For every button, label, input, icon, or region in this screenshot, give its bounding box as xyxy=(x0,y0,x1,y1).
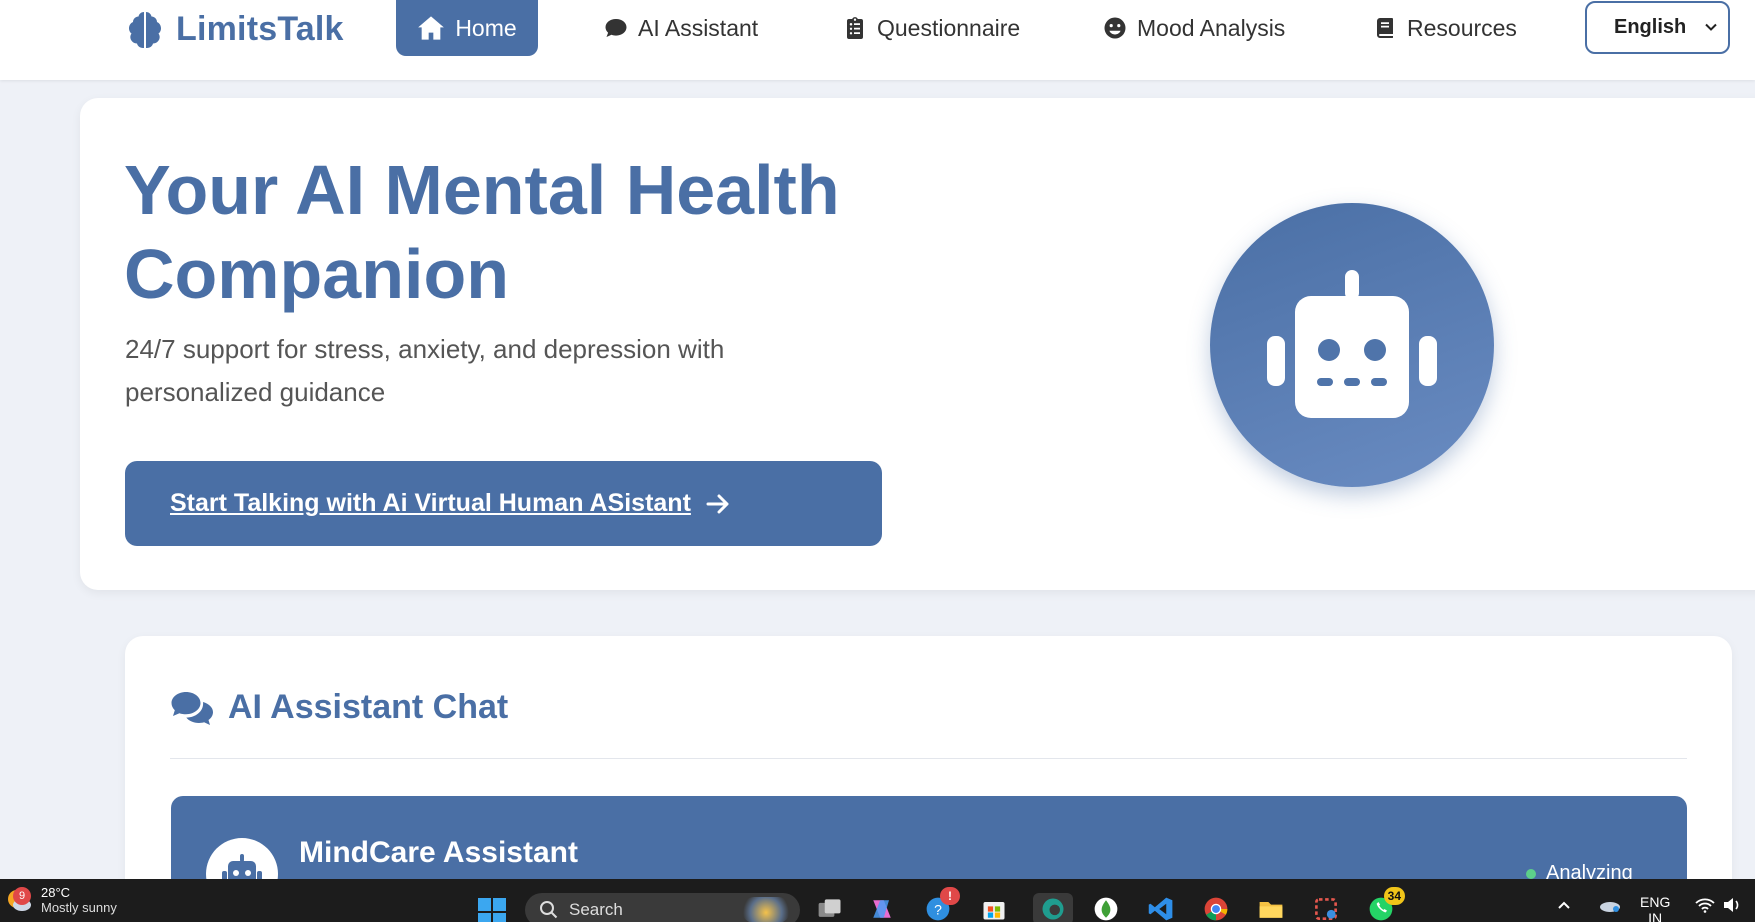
copilot-icon[interactable] xyxy=(866,893,898,922)
divider xyxy=(170,758,1687,759)
bot-name: MindCare Assistant xyxy=(299,836,578,869)
start-talking-button[interactable]: Start Talking with Ai Virtual Human ASis… xyxy=(125,461,882,546)
file-explorer-icon[interactable] xyxy=(1255,893,1287,922)
search-icon xyxy=(540,901,558,919)
nav-mood-analysis-label: Mood Analysis xyxy=(1137,14,1286,41)
status-dot xyxy=(1526,868,1536,879)
hero-title: Your AI Mental Health Companion xyxy=(124,151,840,313)
weather-widget[interactable]: 9 28°C Mostly sunny xyxy=(5,885,117,915)
robot-icon xyxy=(1267,270,1437,418)
clipboard-icon xyxy=(847,17,863,39)
weather-text: 28°C Mostly sunny xyxy=(41,885,117,915)
help-icon[interactable]: ? ! xyxy=(922,887,960,922)
whatsapp-icon[interactable]: 34 xyxy=(1365,887,1405,922)
nav-home-label: Home xyxy=(455,14,517,41)
lang-line-1: ENG xyxy=(1640,894,1671,910)
nav-resources[interactable]: Resources xyxy=(1373,0,1517,56)
hero-subtitle: 24/7 support for stress, anxiety, and de… xyxy=(125,334,725,407)
chevron-down-icon xyxy=(1705,23,1717,31)
weather-temp: 28°C xyxy=(41,885,71,900)
nav-resources-label: Resources xyxy=(1407,14,1517,41)
robot-avatar xyxy=(1210,203,1494,487)
comments-icon xyxy=(171,691,213,725)
smile-icon xyxy=(1104,17,1126,39)
brain-logo-icon xyxy=(129,12,161,48)
chat-heading-text: AI Assistant Chat xyxy=(228,688,509,726)
sun-cloud-icon: 9 xyxy=(5,885,33,913)
taskbar-search[interactable]: Search xyxy=(525,893,800,922)
language-select[interactable]: English xyxy=(1585,1,1730,54)
home-icon xyxy=(418,16,445,40)
arrow-right-icon xyxy=(706,494,729,513)
snipping-tool-icon[interactable] xyxy=(1310,893,1342,922)
onedrive-icon[interactable] xyxy=(1598,897,1622,916)
weather-badge: 9 xyxy=(13,887,31,905)
chat-heading: AI Assistant Chat xyxy=(170,688,508,727)
mongodb-icon[interactable] xyxy=(1090,893,1122,922)
nav-questionnaire-label: Questionnaire xyxy=(877,14,1021,41)
windows-start-icon[interactable] xyxy=(477,897,507,922)
volume-icon[interactable] xyxy=(1722,897,1742,916)
hero-card: Your AI Mental Health Companion 24/7 sup… xyxy=(80,98,1755,590)
navbar: LimitsTalk Home AI Assistant Questionnai… xyxy=(0,0,1755,80)
nav-questionnaire[interactable]: Questionnaire xyxy=(843,0,1020,56)
nav-mood-analysis[interactable]: Mood Analysis xyxy=(1103,0,1285,56)
edge-browser-icon[interactable] xyxy=(1033,893,1073,922)
book-icon xyxy=(1377,18,1393,38)
windows-taskbar: 9 28°C Mostly sunny Search ? ! 34 ENG IN xyxy=(0,879,1755,922)
chevron-up-icon[interactable] xyxy=(1556,897,1572,916)
whatsapp-badge: 34 xyxy=(1383,887,1405,905)
brand[interactable]: LimitsTalk xyxy=(124,5,344,53)
brand-name: LimitsTalk xyxy=(176,9,344,48)
nav-ai-assistant[interactable]: AI Assistant xyxy=(604,0,758,56)
language-select-value: English xyxy=(1614,16,1687,38)
help-alert-badge: ! xyxy=(940,887,960,905)
chrome-icon[interactable] xyxy=(1200,893,1232,922)
svg-text:?: ? xyxy=(934,901,942,917)
lang-line-2: IN xyxy=(1648,910,1663,922)
nav-ai-assistant-label: AI Assistant xyxy=(638,14,759,41)
search-placeholder: Search xyxy=(569,900,623,919)
wifi-icon[interactable] xyxy=(1695,897,1715,916)
input-language-indicator[interactable]: ENG IN xyxy=(1640,894,1670,922)
vscode-icon[interactable] xyxy=(1145,893,1177,922)
chat-bubble-icon xyxy=(605,19,627,37)
weather-desc: Mostly sunny xyxy=(41,900,117,915)
store-icon[interactable] xyxy=(978,893,1010,922)
nav-home[interactable]: Home xyxy=(396,0,538,56)
start-talking-label: Start Talking with Ai Virtual Human ASis… xyxy=(170,489,691,517)
task-view-icon[interactable] xyxy=(814,893,846,922)
search-highlight-icon xyxy=(742,897,790,922)
